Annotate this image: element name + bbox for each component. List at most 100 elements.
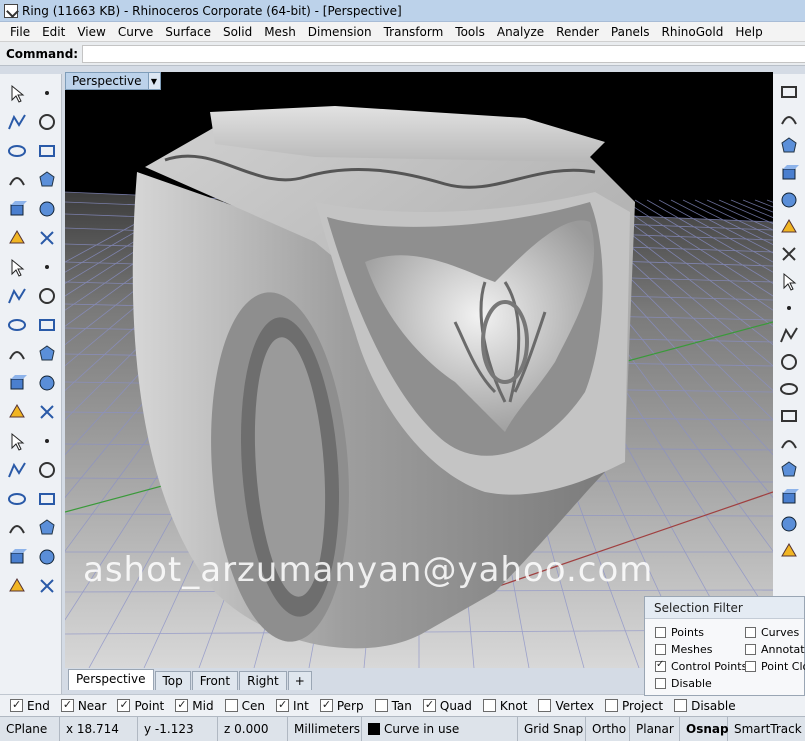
import-button[interactable]: [775, 188, 803, 215]
osnap-mid-checkbox[interactable]: [175, 698, 189, 712]
filter-point-clouds-checkbox[interactable]: [745, 661, 756, 672]
tab-front[interactable]: Front: [191, 671, 239, 690]
osnap-perp[interactable]: Perp: [319, 698, 364, 713]
filter-annotations[interactable]: Annotatio: [745, 643, 805, 656]
menu-file[interactable]: File: [4, 22, 36, 42]
save-button[interactable]: [775, 134, 803, 161]
zoom-window-button[interactable]: [775, 404, 803, 431]
filter-meshes-checkbox[interactable]: [655, 644, 666, 655]
point-tool-button[interactable]: [33, 80, 61, 108]
grid-array-tool-button[interactable]: [3, 515, 31, 543]
curve-points-tool-button[interactable]: [33, 109, 61, 137]
osnap-vertex[interactable]: Vertex: [538, 699, 594, 713]
undo-button[interactable]: [775, 296, 803, 323]
status-units[interactable]: Millimeters: [288, 716, 362, 741]
car-button[interactable]: [775, 539, 803, 566]
rotate-button[interactable]: [775, 485, 803, 512]
smarttrack-toggle[interactable]: SmartTrack: [728, 717, 805, 741]
ellipse-tool-button[interactable]: [33, 138, 61, 166]
osnap-end-checkbox[interactable]: [10, 698, 23, 712]
grid-snap-toggle[interactable]: Grid Snap: [518, 716, 586, 741]
zoom-selected-button[interactable]: [775, 458, 803, 485]
box-tool-button[interactable]: [3, 254, 31, 282]
perspective-viewport[interactable]: Perspective ▼ ashot_arzumanyan@yahoo.com: [65, 72, 773, 668]
tab-right[interactable]: Right: [239, 671, 287, 690]
open-folder-button[interactable]: [775, 107, 803, 134]
add-viewport-tab-button[interactable]: +: [287, 671, 312, 690]
ortho-toggle[interactable]: Ortho: [586, 716, 630, 741]
osnap-cen[interactable]: Cen: [224, 699, 265, 713]
osnap-end[interactable]: End: [10, 698, 50, 713]
offset-tool-button[interactable]: [3, 399, 31, 427]
rectangle-tool-button[interactable]: [33, 167, 61, 195]
print-button[interactable]: [775, 161, 803, 188]
new-document-button[interactable]: [775, 80, 803, 107]
osnap-point-checkbox[interactable]: [117, 698, 131, 712]
menu-render[interactable]: Render: [550, 22, 605, 42]
bucket-tool-button[interactable]: [3, 573, 31, 601]
osnap-disable[interactable]: Disable: [674, 699, 736, 713]
command-input[interactable]: [82, 44, 805, 63]
filter-control-points-checkbox[interactable]: [655, 659, 666, 672]
filter-curves-checkbox[interactable]: [745, 627, 756, 638]
fillet-tool-button[interactable]: [33, 196, 61, 224]
osnap-perp-checkbox[interactable]: [319, 698, 333, 712]
mesh-plane-tool-button[interactable]: [33, 283, 61, 311]
osnap-int-checkbox[interactable]: [275, 698, 289, 712]
dimension-tool-button[interactable]: [33, 486, 61, 514]
render-tool-button[interactable]: [33, 573, 61, 601]
cut-button[interactable]: [775, 215, 803, 242]
osnap-project-checkbox[interactable]: [605, 699, 619, 712]
zoom-button[interactable]: [775, 377, 803, 404]
array-tool-button[interactable]: [3, 457, 31, 485]
osnap-cen-checkbox[interactable]: [224, 699, 238, 712]
menu-rhinogold[interactable]: RhinoGold: [656, 22, 730, 42]
tab-top[interactable]: Top: [154, 671, 191, 690]
polygon-tool-button[interactable]: [3, 167, 31, 195]
osnap-knot-checkbox[interactable]: [482, 699, 496, 712]
menu-dimension[interactable]: Dimension: [302, 22, 378, 42]
menu-solid[interactable]: Solid: [217, 22, 258, 42]
filter-points-checkbox[interactable]: [655, 627, 666, 638]
osnap-near-checkbox[interactable]: [60, 698, 74, 712]
split-tool-button[interactable]: [3, 341, 31, 369]
polyline-tool-button[interactable]: [3, 109, 31, 137]
select-arrow-tool-button[interactable]: [3, 80, 31, 108]
four-view-button[interactable]: [775, 512, 803, 539]
osnap-point[interactable]: Point: [117, 698, 164, 713]
filter-point-clouds[interactable]: Point Clou: [745, 660, 805, 673]
boolean-tool-button[interactable]: [33, 341, 61, 369]
trim-tool-button[interactable]: [33, 312, 61, 340]
filter-meshes[interactable]: Meshes: [655, 643, 712, 656]
osnap-mid[interactable]: Mid: [175, 698, 214, 713]
osnap-vertex-checkbox[interactable]: [538, 699, 552, 712]
pan-button[interactable]: [775, 323, 803, 350]
fillet-curve-tool-button[interactable]: [33, 399, 61, 427]
menu-view[interactable]: View: [71, 22, 111, 42]
filter-disable[interactable]: Disable: [655, 677, 712, 690]
planar-toggle[interactable]: Planar: [630, 716, 680, 741]
filter-control-points[interactable]: Control Points: [655, 659, 747, 673]
osnap-knot[interactable]: Knot: [482, 699, 527, 713]
rotate-view-button[interactable]: [775, 350, 803, 377]
osnap-quad[interactable]: Quad: [422, 698, 472, 713]
group-tool-button[interactable]: [3, 370, 31, 398]
filter-annotations-checkbox[interactable]: [745, 644, 756, 655]
menu-curve[interactable]: Curve: [112, 22, 159, 42]
surface-pts-tool-button[interactable]: [3, 225, 31, 253]
explode-tool-button[interactable]: [3, 312, 31, 340]
filter-disable-checkbox[interactable]: [655, 678, 666, 689]
osnap-disable-checkbox[interactable]: [674, 699, 688, 712]
viewport-title-tab[interactable]: Perspective ▼: [65, 72, 161, 90]
osnap-int[interactable]: Int: [275, 698, 309, 713]
circle-center-tool-button[interactable]: [3, 196, 31, 224]
extrude-surface-tool-button[interactable]: [33, 225, 61, 253]
osnap-toggle[interactable]: Osnap: [680, 716, 729, 741]
menu-panels[interactable]: Panels: [605, 22, 656, 42]
osnap-project[interactable]: Project: [605, 699, 663, 713]
filter-points[interactable]: Points: [655, 626, 704, 639]
cylinder-tool-button[interactable]: [3, 283, 31, 311]
numbered-tool-button[interactable]: [33, 515, 61, 543]
menu-edit[interactable]: Edit: [36, 22, 71, 42]
circle-tool-button[interactable]: [3, 138, 31, 166]
